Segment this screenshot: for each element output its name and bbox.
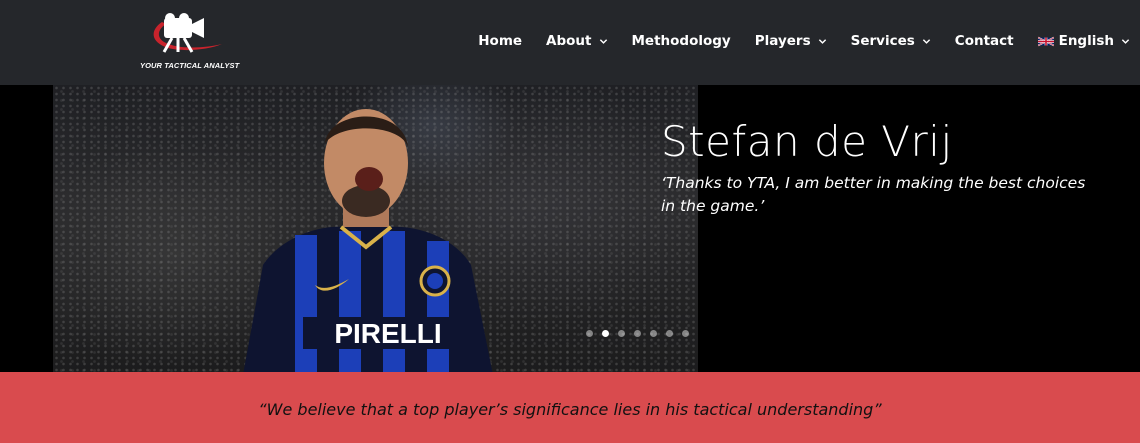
nav-methodology[interactable]: Methodology	[632, 33, 731, 49]
slider-dot[interactable]	[682, 330, 689, 337]
logo-text: YOUR TACTICAL ANALYST	[140, 61, 240, 70]
player-photo: PIRELLI	[53, 85, 698, 372]
nav-methodology-label: Methodology	[631, 33, 731, 49]
slider-dot[interactable]	[650, 330, 657, 337]
celebrating-player-image: PIRELLI	[243, 109, 493, 372]
slider-dot[interactable]	[618, 330, 625, 337]
main-nav: Home About Methodology Players Services …	[454, 30, 1130, 52]
video-camera-logo-icon	[153, 13, 222, 53]
mission-statement: “We believe that a top player’s signific…	[258, 400, 882, 419]
nav-home-label: Home	[478, 33, 523, 49]
slider-dot-active[interactable]	[602, 330, 609, 337]
logo[interactable]: YOUR TACTICAL ANALYST	[140, 12, 244, 74]
nav-players-label: Players	[754, 33, 811, 49]
language-label: English	[1058, 33, 1114, 49]
nav-home[interactable]: Home	[478, 33, 522, 49]
slider-dot[interactable]	[586, 330, 593, 337]
site-header: YOUR TACTICAL ANALYST Home About Methodo…	[0, 0, 1140, 85]
chevron-down-icon	[599, 38, 607, 44]
nav-about[interactable]: About	[546, 33, 607, 49]
nav-contact-label: Contact	[954, 33, 1014, 49]
uk-flag-icon	[1037, 36, 1054, 46]
jersey-sponsor-text: PIRELLI	[334, 318, 441, 349]
chevron-down-icon	[922, 38, 930, 44]
nav-contact[interactable]: Contact	[955, 33, 1014, 49]
slider-dot[interactable]	[634, 330, 641, 337]
chevron-down-icon	[1121, 38, 1130, 44]
mission-banner: “We believe that a top player’s signific…	[0, 372, 1140, 443]
hero-slider: PIRELLI Stefan de Vrij ‘Thanks to YTA, I…	[0, 85, 1140, 372]
hero-title: Stefan de Vrij	[661, 117, 953, 166]
nav-services-label: Services	[850, 33, 915, 49]
nav-players[interactable]: Players	[755, 33, 827, 49]
hero-quote: ‘Thanks to YTA, I am better in making th…	[661, 174, 1086, 215]
nav-services[interactable]: Services	[851, 33, 931, 49]
chevron-down-icon	[818, 38, 826, 44]
slider-dot[interactable]	[666, 330, 673, 337]
language-selector[interactable]: English	[1037, 33, 1130, 49]
nav-about-label: About	[546, 33, 592, 49]
slider-dots	[586, 330, 689, 337]
